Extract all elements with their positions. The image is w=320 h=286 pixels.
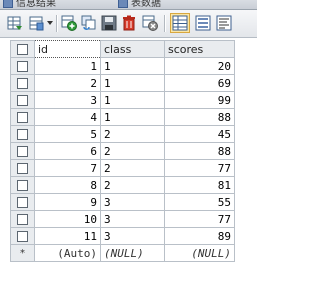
- row-checkbox[interactable]: [10, 176, 35, 194]
- cell-id[interactable]: 10: [34, 210, 101, 228]
- export-grid-icon[interactable]: [7, 15, 23, 31]
- row-checkbox[interactable]: [10, 91, 35, 109]
- cell-id[interactable]: 2: [34, 74, 101, 92]
- cell-scores[interactable]: 88: [164, 142, 235, 160]
- table-row[interactable]: 2 1 69: [10, 74, 235, 92]
- new-row-marker: *: [10, 244, 35, 262]
- row-checkbox[interactable]: [10, 125, 35, 143]
- row-checkbox[interactable]: [10, 108, 35, 126]
- tab-table-data-label: 表数据: [131, 0, 161, 9]
- cell-class[interactable]: 1: [100, 57, 165, 75]
- toolbar-divider: [56, 15, 58, 32]
- text-view-icon[interactable]: [216, 15, 232, 31]
- cell-class[interactable]: 1: [100, 74, 165, 92]
- table-row[interactable]: 1 1 20: [10, 57, 235, 75]
- cell-scores[interactable]: 77: [164, 210, 235, 228]
- tab-messages[interactable]: 信息结果: [3, 0, 56, 9]
- cell-id[interactable]: 3: [34, 91, 101, 109]
- chevron-down-icon[interactable]: [47, 21, 53, 25]
- column-header-scores[interactable]: scores: [164, 40, 235, 58]
- grid-view-icon[interactable]: [170, 13, 190, 33]
- cell-scores[interactable]: 69: [164, 74, 235, 92]
- checkbox-icon: [17, 78, 28, 89]
- column-header-class[interactable]: class: [100, 40, 165, 58]
- cell-id[interactable]: 11: [34, 227, 101, 245]
- form-view-icon[interactable]: [195, 15, 211, 31]
- cell-class[interactable]: 3: [100, 227, 165, 245]
- cell-scores-null[interactable]: (NULL): [164, 244, 235, 262]
- cell-id[interactable]: 6: [34, 142, 101, 160]
- result-grid: id class scores 1 1 20 2 1 69 3 1 99 4 1 88 5 2 45 6 2 88…: [10, 40, 235, 262]
- cell-class[interactable]: 2: [100, 159, 165, 177]
- row-checkbox[interactable]: [10, 210, 35, 228]
- save-icon[interactable]: [101, 15, 117, 31]
- cell-class[interactable]: 2: [100, 176, 165, 194]
- result-tabs: 信息结果 表数据: [0, 0, 257, 10]
- checkbox-icon: [17, 214, 28, 225]
- grid-toolbar: [0, 10, 257, 38]
- checkbox-icon: [17, 163, 28, 174]
- checkbox-icon: [17, 112, 28, 123]
- row-checkbox[interactable]: [10, 227, 35, 245]
- table-row[interactable]: 3 1 99: [10, 91, 235, 109]
- cell-scores[interactable]: 89: [164, 227, 235, 245]
- cell-scores[interactable]: 45: [164, 125, 235, 143]
- info-icon: [3, 0, 13, 8]
- select-all-checkbox[interactable]: [10, 40, 35, 58]
- row-checkbox[interactable]: [10, 142, 35, 160]
- cell-id[interactable]: 8: [34, 176, 101, 194]
- cell-id[interactable]: 5: [34, 125, 101, 143]
- table-row[interactable]: 4 1 88: [10, 108, 235, 126]
- delete-icon[interactable]: [121, 15, 137, 31]
- header-row: id class scores: [10, 40, 235, 58]
- toolbar-divider: [164, 15, 166, 32]
- row-checkbox[interactable]: [10, 193, 35, 211]
- new-row[interactable]: * (Auto) (NULL) (NULL): [10, 244, 235, 262]
- checkbox-icon: [17, 146, 28, 157]
- duplicate-row-icon[interactable]: [81, 15, 97, 31]
- tab-messages-label: 信息结果: [16, 0, 56, 9]
- cell-class-null[interactable]: (NULL): [100, 244, 165, 262]
- cancel-icon[interactable]: [142, 15, 158, 31]
- cell-class[interactable]: 3: [100, 210, 165, 228]
- table-row[interactable]: 5 2 45: [10, 125, 235, 143]
- cell-scores[interactable]: 20: [164, 57, 235, 75]
- table-row[interactable]: 6 2 88: [10, 142, 235, 160]
- cell-scores[interactable]: 77: [164, 159, 235, 177]
- column-header-id[interactable]: id: [34, 40, 101, 58]
- table-row[interactable]: 9 3 55: [10, 193, 235, 211]
- cell-scores[interactable]: 99: [164, 91, 235, 109]
- table-row[interactable]: 8 2 81: [10, 176, 235, 194]
- checkbox-icon: [17, 197, 28, 208]
- cell-scores[interactable]: 88: [164, 108, 235, 126]
- cell-class[interactable]: 2: [100, 142, 165, 160]
- checkbox-icon: [17, 44, 28, 55]
- cell-id[interactable]: 4: [34, 108, 101, 126]
- cell-id-auto[interactable]: (Auto): [34, 244, 101, 262]
- row-checkbox[interactable]: [10, 57, 35, 75]
- cell-class[interactable]: 1: [100, 91, 165, 109]
- cell-class[interactable]: 3: [100, 193, 165, 211]
- tab-table-data[interactable]: 表数据: [118, 0, 161, 9]
- cell-class[interactable]: 2: [100, 125, 165, 143]
- cell-id[interactable]: 9: [34, 193, 101, 211]
- checkbox-icon: [17, 231, 28, 242]
- cell-class[interactable]: 1: [100, 108, 165, 126]
- table-row[interactable]: 10 3 77: [10, 210, 235, 228]
- checkbox-icon: [17, 180, 28, 191]
- save-query-icon[interactable]: [29, 15, 45, 31]
- checkbox-icon: [17, 95, 28, 106]
- cell-scores[interactable]: 55: [164, 193, 235, 211]
- row-checkbox[interactable]: [10, 74, 35, 92]
- checkbox-icon: [17, 61, 28, 72]
- row-checkbox[interactable]: [10, 159, 35, 177]
- table-row[interactable]: 11 3 89: [10, 227, 235, 245]
- add-row-icon[interactable]: [61, 15, 77, 31]
- table-icon: [118, 0, 128, 8]
- checkbox-icon: [17, 129, 28, 140]
- cell-id[interactable]: 1: [34, 57, 101, 75]
- cell-scores[interactable]: 81: [164, 176, 235, 194]
- cell-id[interactable]: 7: [34, 159, 101, 177]
- table-row[interactable]: 7 2 77: [10, 159, 235, 177]
